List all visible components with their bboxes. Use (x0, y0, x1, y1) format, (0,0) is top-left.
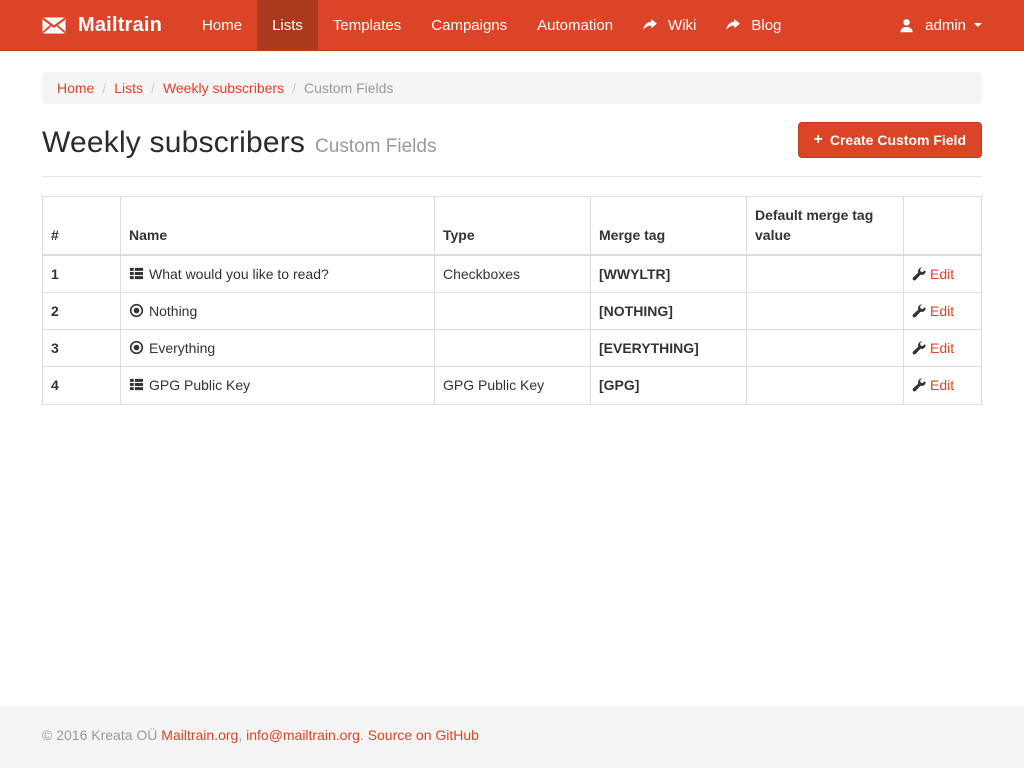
page-title: Weekly subscribers (42, 126, 305, 159)
nav-item-label: Home (202, 17, 242, 34)
user-icon (899, 18, 914, 33)
table-row: 3 Everything [EVERYTHING] Edit (43, 330, 982, 367)
envelope-icon (42, 17, 66, 34)
github-source-link[interactable]: Source on GitHub (368, 727, 479, 743)
merge-tag-value: [GPG] (599, 377, 639, 393)
column-header: Name (121, 197, 435, 255)
footer: © 2016 Kreata OÜ Mailtrain.org, info@mai… (0, 706, 1024, 768)
breadcrumb-current: Custom Fields (304, 80, 393, 96)
actions-cell: Edit (904, 255, 982, 293)
merge-tag-value: [WWYLTR] (599, 266, 670, 282)
field-type-cell: GPG Public Key (435, 367, 591, 404)
share-icon (643, 19, 657, 31)
breadcrumb-link-lists[interactable]: Lists (114, 80, 143, 96)
column-header: Type (435, 197, 591, 255)
breadcrumb-link-weekly-subscribers[interactable]: Weekly subscribers (163, 80, 284, 96)
nav-item-wiki[interactable]: Wiki (628, 0, 711, 50)
default-merge-tag-value-cell (747, 292, 904, 329)
page-header: Weekly subscribers Custom Fields + Creat… (42, 126, 982, 160)
merge-tag-cell: [WWYLTR] (591, 255, 747, 293)
field-name-label: Everything (149, 340, 215, 356)
nav-item-lists[interactable]: Lists (257, 0, 318, 50)
create-custom-field-label: Create Custom Field (830, 132, 966, 148)
field-name-cell: What would you like to read? (121, 255, 435, 293)
edit-link[interactable]: Edit (930, 266, 954, 282)
row-number-cell: 3 (43, 330, 121, 367)
field-name-cell: GPG Public Key (121, 367, 435, 404)
page-subtitle: Custom Fields (315, 136, 436, 157)
brand-link[interactable]: Mailtrain (27, 0, 177, 50)
user-label: admin (925, 17, 966, 34)
field-name-label: GPG Public Key (149, 377, 250, 393)
nav-item-label: Templates (333, 17, 401, 34)
field-type-cell (435, 292, 591, 329)
breadcrumb: Home Lists Weekly subscribers Custom Fields (42, 72, 982, 104)
field-type-cell (435, 330, 591, 367)
th-list-icon (129, 266, 144, 281)
edit-link[interactable]: Edit (930, 377, 954, 393)
merge-tag-value: [NOTHING] (599, 303, 673, 319)
row-number-cell: 1 (43, 255, 121, 293)
nav-item-campaigns[interactable]: Campaigns (416, 0, 522, 50)
record-icon (129, 303, 144, 318)
column-header: # (43, 197, 121, 255)
row-number-cell: 2 (43, 292, 121, 329)
actions-cell: Edit (904, 292, 982, 329)
create-custom-field-button[interactable]: + Create Custom Field (798, 122, 982, 158)
actions-cell: Edit (904, 330, 982, 367)
nav-item-blog[interactable]: Blog (711, 0, 796, 50)
table-row: 4 GPG Public Key GPG Public Key [GPG] Edit (43, 367, 982, 404)
default-merge-tag-value-cell (747, 367, 904, 404)
field-type-cell: Checkboxes (435, 255, 591, 293)
chevron-down-icon (974, 23, 982, 27)
plus-icon: + (814, 132, 823, 148)
user-menu[interactable]: admin (884, 17, 997, 34)
brand-label: Mailtrain (78, 14, 162, 37)
wrench-icon (912, 341, 926, 355)
nav-item-label: Blog (751, 17, 781, 34)
header-divider (42, 176, 982, 177)
nav-item-templates[interactable]: Templates (318, 0, 416, 50)
nav-item-label: Automation (537, 17, 613, 34)
nav-item-automation[interactable]: Automation (522, 0, 628, 50)
footer-text: © 2016 Kreata OÜ Mailtrain.org, info@mai… (42, 727, 982, 743)
th-list-icon (129, 377, 144, 392)
field-name-cell: Nothing (121, 292, 435, 329)
mailtrain-org-link[interactable]: Mailtrain.org (161, 727, 238, 743)
default-merge-tag-value-cell (747, 330, 904, 367)
share-icon (726, 19, 740, 31)
merge-tag-cell: [GPG] (591, 367, 747, 404)
nav-item-label: Wiki (668, 17, 696, 34)
wrench-icon (912, 267, 926, 281)
merge-tag-value: [EVERYTHING] (599, 340, 699, 356)
nav-item-home[interactable]: Home (187, 0, 257, 50)
field-name-label: Nothing (149, 303, 197, 319)
column-header: Default merge tag value (747, 197, 904, 255)
wrench-icon (912, 378, 926, 392)
info-email-link[interactable]: info@mailtrain.org (246, 727, 360, 743)
table-row: 1 What would you like to read? Checkboxes [… (43, 255, 982, 293)
edit-link[interactable]: Edit (930, 303, 954, 319)
table-header: #NameTypeMerge tagDefault merge tag valu… (43, 197, 982, 255)
field-name-label: What would you like to read? (149, 266, 329, 282)
actions-cell: Edit (904, 367, 982, 404)
breadcrumb-link-home[interactable]: Home (57, 80, 94, 96)
field-name-cell: Everything (121, 330, 435, 367)
merge-tag-cell: [NOTHING] (591, 292, 747, 329)
default-merge-tag-value-cell (747, 255, 904, 293)
record-icon (129, 340, 144, 355)
column-header: Merge tag (591, 197, 747, 255)
nav-item-label: Campaigns (431, 17, 507, 34)
column-header (904, 197, 982, 255)
wrench-icon (912, 304, 926, 318)
table-row: 2 Nothing [NOTHING] Edit (43, 292, 982, 329)
nav-item-label: Lists (272, 17, 303, 34)
merge-tag-cell: [EVERYTHING] (591, 330, 747, 367)
navbar: Mailtrain Home Lists Templates Campaigns Aut… (0, 0, 1024, 51)
custom-fields-table: #NameTypeMerge tagDefault merge tag valu… (42, 196, 982, 405)
row-number-cell: 4 (43, 367, 121, 404)
main-nav: Home Lists Templates Campaigns Automation Wik… (187, 0, 796, 50)
edit-link[interactable]: Edit (930, 340, 954, 356)
